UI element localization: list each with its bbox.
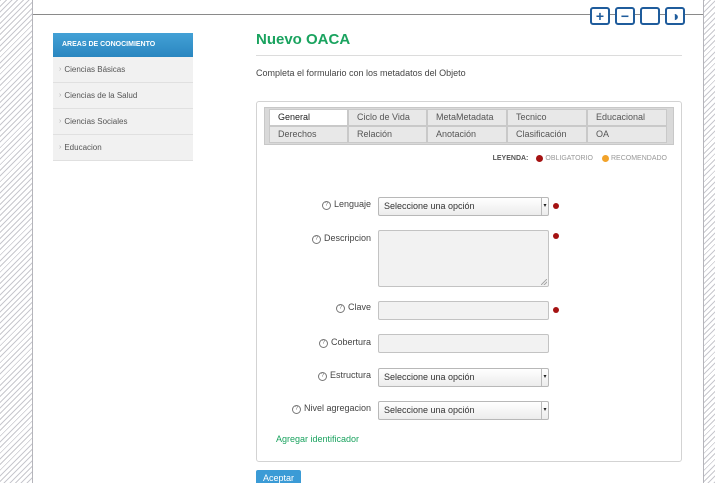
- sidebar-header: AREAS DE CONOCIMIENTO: [53, 33, 193, 57]
- tab-oa[interactable]: OA: [587, 126, 667, 143]
- chevron-right-icon: ›: [59, 66, 62, 73]
- tab-bar: General Ciclo de Vida MetaMetadata Tecni…: [264, 107, 674, 145]
- required-dot-icon: [553, 233, 559, 239]
- tab-clasificacion[interactable]: Clasificación: [507, 126, 587, 143]
- window-controls: + − ◑: [590, 7, 685, 25]
- required-dot-icon: [553, 307, 559, 313]
- form-panel: General Ciclo de Vida MetaMetadata Tecni…: [256, 101, 682, 462]
- descripcion-label: ? Descripcion: [311, 233, 371, 244]
- sidebar-item-ciencias-basicas[interactable]: › Ciencias Básicas: [53, 57, 193, 83]
- sidebar-item-label: Ciencias Sociales: [64, 117, 128, 126]
- contrast-button[interactable]: ◑: [665, 7, 685, 25]
- sidebar-item-label: Educacion: [64, 143, 102, 152]
- help-icon[interactable]: ?: [318, 339, 328, 348]
- sidebar-item-label: Ciencias de la Salud: [64, 91, 138, 100]
- help-icon[interactable]: ?: [321, 201, 331, 210]
- lenguaje-select[interactable]: Seleccione una opción ▾: [378, 197, 549, 216]
- zoom-in-button[interactable]: +: [590, 7, 610, 25]
- tab-metametadata[interactable]: MetaMetadata: [427, 109, 507, 126]
- tab-anotacion[interactable]: Anotación: [427, 126, 507, 143]
- tab-tecnico[interactable]: Tecnico: [507, 109, 587, 126]
- tab-derechos[interactable]: Derechos: [269, 126, 348, 143]
- required-dot-icon: [553, 203, 559, 209]
- lenguaje-label: ? Lenguaje: [321, 199, 371, 210]
- legend: LEYENDA: OBLIGATORIO RECOMENDADO: [493, 155, 667, 162]
- tab-educacional[interactable]: Educacional: [587, 109, 667, 126]
- legend-required: OBLIGATORIO: [545, 155, 593, 162]
- chevron-right-icon: ›: [59, 92, 62, 99]
- dropdown-arrow-icon: ▾: [541, 402, 548, 419]
- tab-relacion[interactable]: Relación: [348, 126, 427, 143]
- dropdown-arrow-icon: ▾: [541, 198, 548, 215]
- chevron-right-icon: ›: [59, 118, 62, 125]
- help-icon[interactable]: ?: [291, 405, 301, 414]
- sidebar: AREAS DE CONOCIMIENTO › Ciencias Básicas…: [53, 33, 193, 161]
- help-icon[interactable]: ?: [335, 304, 345, 313]
- clave-input[interactable]: [378, 301, 549, 320]
- sidebar-item-ciencias-sociales[interactable]: › Ciencias Sociales: [53, 109, 193, 135]
- maximize-button[interactable]: [640, 7, 660, 25]
- estructura-select[interactable]: Seleccione una opción ▾: [378, 368, 549, 387]
- dropdown-arrow-icon: ▾: [541, 369, 548, 386]
- required-dot-icon: [536, 155, 544, 162]
- help-icon[interactable]: ?: [311, 235, 321, 244]
- left-hatched-margin: [0, 0, 33, 483]
- clave-label: ? Clave: [335, 302, 371, 313]
- page-title: Nuevo OACA: [256, 31, 351, 48]
- sidebar-item-label: Ciencias Básicas: [64, 65, 126, 74]
- chevron-right-icon: ›: [59, 144, 62, 151]
- legend-recommended: RECOMENDADO: [610, 155, 667, 162]
- cobertura-label: ? Cobertura: [318, 337, 371, 348]
- intro-text: Completa el formulario con los metadatos…: [256, 68, 466, 78]
- zoom-out-button[interactable]: −: [615, 7, 635, 25]
- resize-handle-icon[interactable]: [541, 279, 547, 285]
- nivel-agregacion-label: ? Nivel agregacion: [291, 403, 371, 414]
- sidebar-item-ciencias-de-la-salud[interactable]: › Ciencias de la Salud: [53, 83, 193, 109]
- add-identifier-link[interactable]: Agregar identificador: [276, 434, 359, 444]
- title-divider: [256, 55, 682, 56]
- descripcion-textarea[interactable]: [378, 230, 549, 287]
- nivel-agregacion-select[interactable]: Seleccione una opción ▾: [378, 401, 549, 420]
- tab-general[interactable]: General: [269, 109, 348, 126]
- legend-title: LEYENDA:: [492, 155, 529, 162]
- help-icon[interactable]: ?: [317, 372, 327, 381]
- cobertura-input[interactable]: [378, 334, 549, 353]
- accept-button[interactable]: Aceptar: [256, 470, 301, 483]
- tab-ciclo-de-vida[interactable]: Ciclo de Vida: [348, 109, 427, 126]
- recommended-dot-icon: [601, 155, 609, 162]
- right-hatched-margin: [703, 0, 715, 483]
- sidebar-item-educacion[interactable]: › Educacion: [53, 135, 193, 161]
- estructura-label: ? Estructura: [317, 370, 371, 381]
